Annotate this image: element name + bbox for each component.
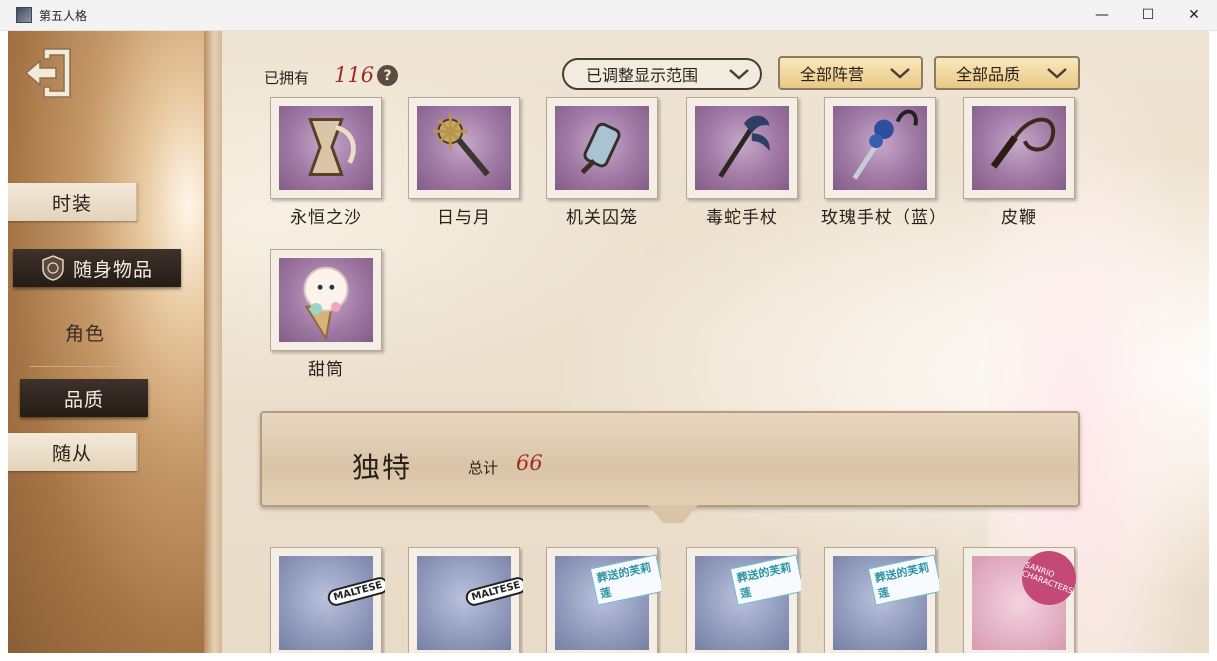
item-stamp <box>546 97 658 199</box>
item-stamp <box>963 97 1075 199</box>
sidebar-item-label: 随身物品 <box>72 258 153 281</box>
maximize-button[interactable]: ☐ <box>1125 0 1171 30</box>
item-card[interactable]: MALTESE <box>267 547 385 653</box>
section-total-count: 66 <box>516 451 543 475</box>
section-title: 独特 <box>352 451 413 484</box>
item-stamp <box>408 97 520 199</box>
sidebar-item-accessories[interactable]: 随身物品 <box>13 249 181 287</box>
dropdown-label: 全部品质 <box>956 65 1021 84</box>
item-stamp <box>824 97 936 199</box>
item-name: 毒蛇手杖 <box>706 208 778 228</box>
item-card[interactable]: 毒蛇手杖 <box>683 97 801 228</box>
item-card[interactable]: SANRIO CHARACTERS <box>960 547 1078 653</box>
sidebar-item-quality[interactable]: 品质 <box>20 379 148 417</box>
help-icon[interactable]: ? <box>377 65 398 86</box>
item-name: 甜筒 <box>308 360 344 380</box>
app-icon <box>16 7 32 23</box>
item-stamp <box>686 97 798 199</box>
chevron-down-icon <box>890 68 910 79</box>
item-name: 皮鞭 <box>1001 208 1037 228</box>
game-viewport: 时装 随身物品 角色 品质 随从 已拥有 116 ? 已调整显示范围 全部阵营 … <box>8 31 1209 653</box>
item-name: 玫瑰手杖（蓝） <box>821 208 947 228</box>
section-total-label: 总计 <box>468 459 499 477</box>
item-stamp <box>270 547 382 653</box>
item-stamp <box>408 547 520 653</box>
sidebar-item-followers[interactable]: 随从 <box>8 433 138 471</box>
item-card[interactable]: 葬送的芙莉莲 <box>821 547 939 653</box>
item-stamp <box>270 249 382 351</box>
item-name: 永恒之沙 <box>290 208 362 228</box>
sun-staff-icon <box>432 113 490 177</box>
dropdown-label: 全部阵营 <box>800 65 865 84</box>
item-card[interactable]: 葬送的芙莉莲 <box>683 547 801 653</box>
sidebar-item-label: 角色 <box>64 322 105 345</box>
sidebar-item-label: 品质 <box>63 388 104 411</box>
window-titlebar: 第五人格 — ☐ ✕ <box>0 0 1217 31</box>
sidebar-item-costumes[interactable]: 时装 <box>8 183 138 221</box>
item-card[interactable]: 永恒之沙 <box>267 97 385 228</box>
sidebar-item-label: 时装 <box>51 192 92 215</box>
camp-filter-dropdown[interactable]: 全部阵营 <box>778 56 923 90</box>
close-button[interactable]: ✕ <box>1171 0 1217 30</box>
item-card[interactable]: 日与月 <box>405 97 523 228</box>
window-title: 第五人格 <box>39 8 88 23</box>
badge-icon <box>42 255 64 281</box>
dropdown-label: 已调整显示范围 <box>586 66 699 85</box>
owned-label: 已拥有 <box>264 69 310 87</box>
sidebar-item-character[interactable]: 角色 <box>30 313 140 351</box>
ice-cream-cone-icon <box>303 266 349 341</box>
whip-icon <box>990 117 1056 169</box>
sidebar-item-label: 随从 <box>51 442 92 465</box>
sidebar-divider <box>30 366 140 367</box>
item-card[interactable]: 机关囚笼 <box>543 97 661 228</box>
item-card[interactable]: MALTESE <box>405 547 523 653</box>
item-card[interactable]: 葬送的芙莉莲 <box>543 547 661 653</box>
display-range-dropdown[interactable]: 已调整显示范围 <box>562 58 762 90</box>
owned-count: 116 <box>334 63 375 87</box>
item-name: 日与月 <box>437 208 491 228</box>
chevron-down-icon <box>1047 68 1067 79</box>
item-card[interactable]: 玫瑰手杖（蓝） <box>821 97 947 228</box>
minimize-button[interactable]: — <box>1079 0 1125 30</box>
exit-icon[interactable] <box>22 43 80 103</box>
chevron-down-icon <box>729 69 749 80</box>
item-stamp <box>270 97 382 199</box>
book-spine <box>204 31 224 653</box>
item-card[interactable]: 甜筒 <box>267 249 385 380</box>
item-card[interactable]: 皮鞭 <box>960 97 1078 228</box>
serpent-cane-icon <box>718 115 770 178</box>
item-name: 机关囚笼 <box>566 208 638 228</box>
lantern-cage-icon <box>580 122 621 175</box>
quality-filter-dropdown[interactable]: 全部品质 <box>934 56 1080 90</box>
rose-cane-icon <box>852 109 918 180</box>
hourglass-icon <box>308 118 356 176</box>
